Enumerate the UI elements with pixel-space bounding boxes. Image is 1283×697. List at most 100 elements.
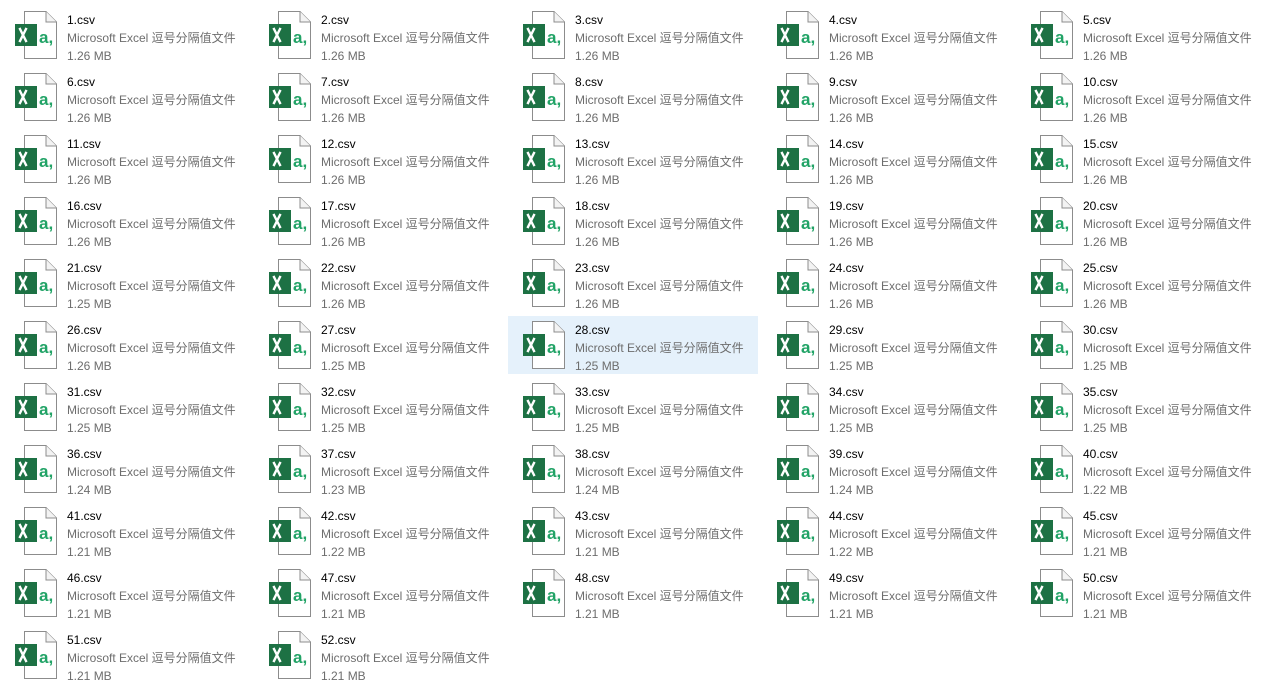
- file-size: 1.26 MB: [321, 49, 366, 63]
- file-name: 44.csv: [829, 509, 864, 523]
- file-tile[interactable]: a, 32.csv Microsoft Excel 逗号分隔值文件 1.25 MB: [254, 378, 504, 436]
- file-size: 1.25 MB: [575, 421, 620, 435]
- file-tile[interactable]: a, 10.csv Microsoft Excel 逗号分隔值文件 1.26 MB: [1016, 68, 1266, 126]
- excel-csv-icon: a,: [522, 444, 566, 494]
- file-tile[interactable]: a, 37.csv Microsoft Excel 逗号分隔值文件 1.23 MB: [254, 440, 504, 498]
- file-tile[interactable]: a, 6.csv Microsoft Excel 逗号分隔值文件 1.26 MB: [0, 68, 250, 126]
- file-tile[interactable]: a, 27.csv Microsoft Excel 逗号分隔值文件 1.25 MB: [254, 316, 504, 374]
- file-name: 45.csv: [1083, 509, 1118, 523]
- file-name: 30.csv: [1083, 323, 1118, 337]
- excel-csv-icon: a,: [776, 258, 820, 308]
- file-type: Microsoft Excel 逗号分隔值文件: [67, 279, 236, 293]
- file-name: 37.csv: [321, 447, 356, 461]
- file-tile[interactable]: a, 31.csv Microsoft Excel 逗号分隔值文件 1.25 MB: [0, 378, 250, 436]
- file-type: Microsoft Excel 逗号分隔值文件: [575, 403, 744, 417]
- file-tile[interactable]: a, 43.csv Microsoft Excel 逗号分隔值文件 1.21 MB: [508, 502, 758, 560]
- excel-csv-icon: a,: [776, 506, 820, 556]
- file-tile[interactable]: a, 36.csv Microsoft Excel 逗号分隔值文件 1.24 MB: [0, 440, 250, 498]
- file-tile[interactable]: a, 9.csv Microsoft Excel 逗号分隔值文件 1.26 MB: [762, 68, 1012, 126]
- file-tile[interactable]: a, 21.csv Microsoft Excel 逗号分隔值文件 1.25 MB: [0, 254, 250, 312]
- file-tile[interactable]: a, 28.csv Microsoft Excel 逗号分隔值文件 1.25 MB: [508, 316, 758, 374]
- file-tile[interactable]: a, 19.csv Microsoft Excel 逗号分隔值文件 1.26 MB: [762, 192, 1012, 250]
- file-size: 1.25 MB: [321, 359, 366, 373]
- file-name: 42.csv: [321, 509, 356, 523]
- file-name: 14.csv: [829, 137, 864, 151]
- file-tile[interactable]: a, 18.csv Microsoft Excel 逗号分隔值文件 1.26 MB: [508, 192, 758, 250]
- file-tile[interactable]: a, 29.csv Microsoft Excel 逗号分隔值文件 1.25 MB: [762, 316, 1012, 374]
- file-tile[interactable]: a, 15.csv Microsoft Excel 逗号分隔值文件 1.26 MB: [1016, 130, 1266, 188]
- file-type: Microsoft Excel 逗号分隔值文件: [67, 403, 236, 417]
- file-tile[interactable]: a, 41.csv Microsoft Excel 逗号分隔值文件 1.21 MB: [0, 502, 250, 560]
- file-name: 8.csv: [575, 75, 604, 89]
- file-tile[interactable]: a, 46.csv Microsoft Excel 逗号分隔值文件 1.21 MB: [0, 564, 250, 622]
- file-size: 1.21 MB: [1083, 607, 1128, 621]
- file-tile[interactable]: a, 34.csv Microsoft Excel 逗号分隔值文件 1.25 MB: [762, 378, 1012, 436]
- file-type: Microsoft Excel 逗号分隔值文件: [1083, 279, 1252, 293]
- file-tile[interactable]: a, 52.csv Microsoft Excel 逗号分隔值文件 1.21 MB: [254, 626, 504, 684]
- file-tile[interactable]: a, 16.csv Microsoft Excel 逗号分隔值文件 1.26 MB: [0, 192, 250, 250]
- file-tile[interactable]: a, 14.csv Microsoft Excel 逗号分隔值文件 1.26 MB: [762, 130, 1012, 188]
- svg-text:a,: a,: [293, 648, 307, 667]
- file-size: 1.25 MB: [1083, 421, 1128, 435]
- svg-text:a,: a,: [39, 524, 53, 543]
- file-tile[interactable]: a, 39.csv Microsoft Excel 逗号分隔值文件 1.24 MB: [762, 440, 1012, 498]
- file-tile[interactable]: a, 22.csv Microsoft Excel 逗号分隔值文件 1.26 MB: [254, 254, 504, 312]
- file-tile[interactable]: a, 30.csv Microsoft Excel 逗号分隔值文件 1.25 MB: [1016, 316, 1266, 374]
- file-tile[interactable]: a, 47.csv Microsoft Excel 逗号分隔值文件 1.21 MB: [254, 564, 504, 622]
- file-size: 1.26 MB: [575, 111, 620, 125]
- file-size: 1.24 MB: [67, 483, 112, 497]
- file-tile[interactable]: a, 12.csv Microsoft Excel 逗号分隔值文件 1.26 MB: [254, 130, 504, 188]
- file-tile[interactable]: a, 44.csv Microsoft Excel 逗号分隔值文件 1.22 MB: [762, 502, 1012, 560]
- file-size: 1.26 MB: [67, 49, 112, 63]
- file-type: Microsoft Excel 逗号分隔值文件: [829, 341, 998, 355]
- file-tile[interactable]: a, 25.csv Microsoft Excel 逗号分隔值文件 1.26 MB: [1016, 254, 1266, 312]
- file-tile[interactable]: a, 33.csv Microsoft Excel 逗号分隔值文件 1.25 MB: [508, 378, 758, 436]
- file-size: 1.21 MB: [321, 607, 366, 621]
- file-tile[interactable]: a, 11.csv Microsoft Excel 逗号分隔值文件 1.26 MB: [0, 130, 250, 188]
- file-tile[interactable]: a, 51.csv Microsoft Excel 逗号分隔值文件 1.21 MB: [0, 626, 250, 684]
- file-tile[interactable]: a, 2.csv Microsoft Excel 逗号分隔值文件 1.26 MB: [254, 6, 504, 64]
- file-tile[interactable]: a, 50.csv Microsoft Excel 逗号分隔值文件 1.21 MB: [1016, 564, 1266, 622]
- file-tile[interactable]: a, 38.csv Microsoft Excel 逗号分隔值文件 1.24 MB: [508, 440, 758, 498]
- file-tile[interactable]: a, 8.csv Microsoft Excel 逗号分隔值文件 1.26 MB: [508, 68, 758, 126]
- file-name: 24.csv: [829, 261, 864, 275]
- file-size: 1.26 MB: [829, 111, 874, 125]
- file-name: 19.csv: [829, 199, 864, 213]
- file-tile[interactable]: a, 24.csv Microsoft Excel 逗号分隔值文件 1.26 MB: [762, 254, 1012, 312]
- file-tile[interactable]: a, 42.csv Microsoft Excel 逗号分隔值文件 1.22 MB: [254, 502, 504, 560]
- file-type: Microsoft Excel 逗号分隔值文件: [575, 527, 744, 541]
- file-type: Microsoft Excel 逗号分隔值文件: [67, 341, 236, 355]
- file-name: 16.csv: [67, 199, 102, 213]
- excel-csv-icon: a,: [1030, 72, 1074, 122]
- file-tile[interactable]: a, 35.csv Microsoft Excel 逗号分隔值文件 1.25 MB: [1016, 378, 1266, 436]
- file-name: 43.csv: [575, 509, 610, 523]
- file-tile[interactable]: a, 7.csv Microsoft Excel 逗号分隔值文件 1.26 MB: [254, 68, 504, 126]
- file-tile[interactable]: a, 3.csv Microsoft Excel 逗号分隔值文件 1.26 MB: [508, 6, 758, 64]
- file-tile[interactable]: a, 48.csv Microsoft Excel 逗号分隔值文件 1.21 MB: [508, 564, 758, 622]
- excel-csv-icon: a,: [14, 382, 58, 432]
- file-tile[interactable]: a, 5.csv Microsoft Excel 逗号分隔值文件 1.26 MB: [1016, 6, 1266, 64]
- file-tile[interactable]: a, 23.csv Microsoft Excel 逗号分隔值文件 1.26 MB: [508, 254, 758, 312]
- file-size: 1.21 MB: [575, 545, 620, 559]
- file-tile[interactable]: a, 40.csv Microsoft Excel 逗号分隔值文件 1.22 MB: [1016, 440, 1266, 498]
- file-tile[interactable]: a, 1.csv Microsoft Excel 逗号分隔值文件 1.26 MB: [0, 6, 250, 64]
- svg-text:a,: a,: [801, 586, 815, 605]
- svg-text:a,: a,: [1055, 90, 1069, 109]
- file-type: Microsoft Excel 逗号分隔值文件: [575, 279, 744, 293]
- file-name: 52.csv: [321, 633, 356, 647]
- excel-csv-icon: a,: [14, 72, 58, 122]
- file-tile[interactable]: a, 13.csv Microsoft Excel 逗号分隔值文件 1.26 MB: [508, 130, 758, 188]
- file-tile[interactable]: a, 49.csv Microsoft Excel 逗号分隔值文件 1.21 MB: [762, 564, 1012, 622]
- file-tile[interactable]: a, 4.csv Microsoft Excel 逗号分隔值文件 1.26 MB: [762, 6, 1012, 64]
- excel-csv-icon: a,: [776, 568, 820, 618]
- file-tile[interactable]: a, 20.csv Microsoft Excel 逗号分隔值文件 1.26 MB: [1016, 192, 1266, 250]
- svg-text:a,: a,: [39, 28, 53, 47]
- file-tile[interactable]: a, 45.csv Microsoft Excel 逗号分隔值文件 1.21 MB: [1016, 502, 1266, 560]
- excel-csv-icon: a,: [1030, 444, 1074, 494]
- file-tile[interactable]: a, 26.csv Microsoft Excel 逗号分隔值文件 1.26 MB: [0, 316, 250, 374]
- file-name: 2.csv: [321, 13, 350, 27]
- file-tile[interactable]: a, 17.csv Microsoft Excel 逗号分隔值文件 1.26 MB: [254, 192, 504, 250]
- file-name: 49.csv: [829, 571, 864, 585]
- svg-text:a,: a,: [801, 276, 815, 295]
- svg-text:a,: a,: [547, 462, 561, 481]
